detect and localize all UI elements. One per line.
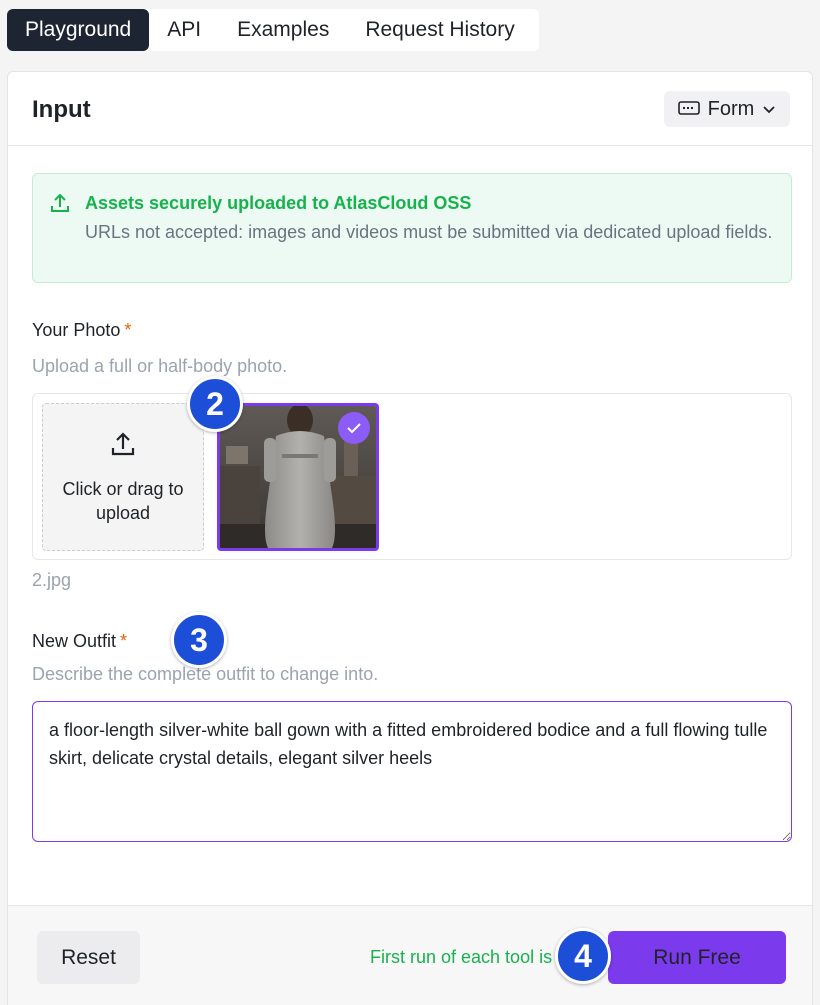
selected-check-icon	[338, 412, 370, 444]
card-header: Input Form	[8, 72, 812, 146]
required-mark: *	[124, 320, 132, 340]
uploaded-filename: 2.jpg	[32, 570, 72, 590]
outfit-label-text: New Outfit	[32, 631, 117, 651]
upload-dropzone[interactable]: Click or drag to upload	[42, 403, 204, 551]
notice-text: URLs not accepted: images and videos mus…	[85, 222, 773, 242]
reset-button[interactable]: Reset	[37, 931, 140, 984]
upload-icon	[109, 430, 137, 463]
form-mode-label: Form	[707, 97, 755, 120]
tab-api[interactable]: API	[149, 9, 219, 51]
run-free-button[interactable]: Run Free	[608, 931, 786, 984]
upload-notice: Assets securely uploaded to AtlasCloud O…	[32, 173, 792, 283]
free-run-note: First run of each tool is	[370, 947, 553, 967]
tab-request-history[interactable]: Request History	[347, 9, 532, 51]
required-mark: *	[120, 631, 128, 651]
tab-examples[interactable]: Examples	[219, 9, 347, 51]
input-card: Input Form Assets securely uploaded to A…	[7, 71, 813, 1005]
dropzone-label: Click or drag to upload	[62, 478, 184, 523]
upload-icon	[49, 192, 71, 219]
chevron-down-icon	[762, 98, 776, 121]
top-tabs: Playground API Examples Request History	[7, 9, 539, 51]
notice-title: Assets securely uploaded to AtlasCloud O…	[85, 193, 472, 213]
card-title: Input	[32, 96, 91, 123]
outfit-description-input[interactable]: a floor-length silver-white ball gown wi…	[32, 701, 792, 842]
tab-playground[interactable]: Playground	[7, 9, 150, 51]
photo-upload-area: Click or drag to upload	[32, 393, 792, 560]
step-badge-3: 3	[171, 612, 227, 668]
step-badge-4: 4	[555, 928, 611, 984]
outfit-field-label: New Outfit *	[32, 631, 127, 652]
action-bar: Reset First run of each tool is Run Free	[8, 905, 812, 1005]
uploaded-photo-thumbnail[interactable]	[217, 403, 379, 551]
photo-field-label: Your Photo *	[32, 320, 131, 341]
keyboard-icon	[677, 98, 700, 121]
photo-label-text: Your Photo	[32, 320, 121, 340]
photo-field-help: Upload a full or half-body photo.	[32, 356, 288, 376]
form-mode-toggle[interactable]: Form	[664, 91, 790, 127]
step-badge-2: 2	[187, 376, 243, 432]
